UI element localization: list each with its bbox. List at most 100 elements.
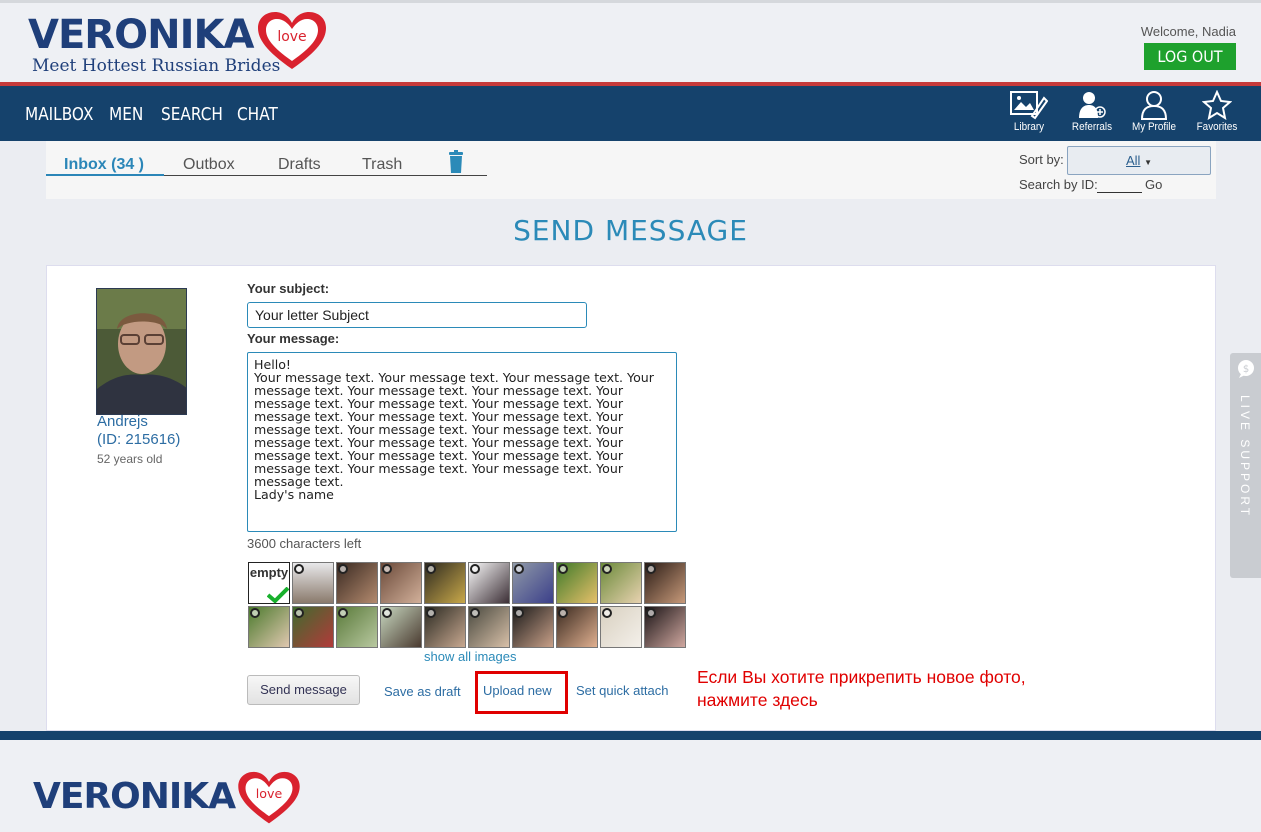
active-tab-indicator	[46, 174, 164, 176]
sort-label: Sort by:	[1019, 152, 1064, 167]
nav-referrals-label: Referrals	[1071, 121, 1113, 133]
subject-input[interactable]: Your letter Subject	[247, 302, 587, 328]
page-title: SEND MESSAGE	[513, 214, 748, 247]
photo-thumbnail[interactable]	[600, 562, 642, 604]
annotation-note: Если Вы хотите прикрепить новое фото, на…	[697, 666, 1026, 712]
zoom-icon[interactable]	[646, 564, 656, 574]
photo-thumbnail[interactable]	[424, 562, 466, 604]
logo-love-text: love	[277, 29, 306, 45]
photo-thumbnail[interactable]	[380, 606, 422, 648]
zoom-icon[interactable]	[470, 608, 480, 618]
photo-thumbnail[interactable]	[292, 562, 334, 604]
nav-men[interactable]: MEN	[109, 104, 143, 125]
footer-logo-text[interactable]: VERONIKA	[33, 776, 236, 817]
empty-label: empty	[249, 565, 289, 580]
photo-thumbnail[interactable]	[556, 606, 598, 648]
photo-thumbnail[interactable]	[512, 606, 554, 648]
nav-library[interactable]: Library	[996, 90, 1062, 133]
photo-thumbnail[interactable]	[600, 606, 642, 648]
zoom-icon[interactable]	[338, 564, 348, 574]
main-nav: MAILBOX MEN SEARCH CHAT Library Referral…	[0, 86, 1261, 141]
avatar-photo	[97, 289, 186, 414]
zoom-icon[interactable]	[382, 608, 392, 618]
photo-thumbnail[interactable]	[336, 606, 378, 648]
zoom-icon[interactable]	[294, 564, 304, 574]
zoom-icon[interactable]	[294, 608, 304, 618]
photo-thumbnail[interactable]	[644, 562, 686, 604]
zoom-icon[interactable]	[426, 564, 436, 574]
message-label: Your message:	[247, 331, 340, 346]
favorites-icon	[1202, 90, 1232, 120]
tab-trash[interactable]: Trash	[362, 156, 402, 174]
svg-text:$: $	[1243, 364, 1249, 375]
nav-mailbox[interactable]: MAILBOX	[25, 104, 93, 125]
send-message-button[interactable]: Send message	[247, 675, 360, 705]
photo-thumbnail[interactable]	[336, 562, 378, 604]
empty-attach-option[interactable]: empty	[248, 562, 290, 604]
message-textarea[interactable]: Hello! Your message text. Your message t…	[247, 352, 677, 532]
tab-inbox[interactable]: Inbox (34 )	[64, 156, 144, 174]
save-draft-link[interactable]: Save as draft	[384, 684, 461, 699]
site-logo[interactable]: VERONIKA Meet Hottest Russian Brides lov…	[28, 12, 326, 75]
photo-thumbnail[interactable]	[512, 562, 554, 604]
annotation-line-2: нажмите здесь	[697, 690, 818, 710]
photo-thumbnail[interactable]	[292, 606, 334, 648]
subject-label: Your subject:	[247, 281, 330, 296]
zoom-icon[interactable]	[514, 608, 524, 618]
sort-value: All	[1126, 153, 1141, 168]
characters-left: 3600 characters left	[247, 536, 362, 551]
annotation-line-1: Если Вы хотите прикрепить новое фото,	[697, 667, 1026, 687]
photo-thumbnail[interactable]	[556, 562, 598, 604]
live-support-label: LIVE SUPPORT	[1238, 395, 1252, 519]
sort-select[interactable]: All ▼	[1067, 146, 1211, 175]
zoom-icon[interactable]	[514, 564, 524, 574]
footer-bar	[0, 731, 1261, 740]
show-all-images-link[interactable]: show all images	[424, 649, 517, 664]
photo-thumbnail[interactable]	[380, 562, 422, 604]
zoom-icon[interactable]	[470, 564, 480, 574]
nav-search[interactable]: SEARCH	[161, 104, 223, 125]
photo-thumbnail[interactable]	[468, 606, 510, 648]
zoom-icon[interactable]	[602, 608, 612, 618]
live-support-tab[interactable]: $ LIVE SUPPORT	[1230, 353, 1261, 578]
chat-bubble-icon: $	[1238, 360, 1254, 378]
chevron-down-icon: ▼	[1144, 158, 1152, 167]
nav-library-label: Library	[1013, 121, 1045, 133]
profile-icon	[1140, 91, 1168, 120]
footer-logo-heart-icon: love	[238, 771, 300, 824]
tab-outbox[interactable]: Outbox	[183, 156, 235, 174]
zoom-icon[interactable]	[646, 608, 656, 618]
nav-chat[interactable]: CHAT	[237, 104, 278, 125]
zoom-icon[interactable]	[338, 608, 348, 618]
nav-referrals[interactable]: Referrals	[1059, 90, 1125, 133]
photo-thumbnail[interactable]	[644, 606, 686, 648]
recipient-name[interactable]: Andrejs	[97, 414, 148, 430]
photo-thumbnail[interactable]	[248, 606, 290, 648]
library-icon	[1010, 91, 1048, 120]
zoom-icon[interactable]	[382, 564, 392, 574]
upload-new-highlight	[475, 671, 568, 714]
nav-favorites[interactable]: Favorites	[1184, 90, 1250, 133]
quick-attach-link[interactable]: Set quick attach	[576, 683, 669, 698]
footer: VERONIKA love	[0, 740, 1261, 832]
zoom-icon[interactable]	[602, 564, 612, 574]
trash-icon[interactable]	[448, 150, 464, 174]
zoom-icon[interactable]	[426, 608, 436, 618]
header: VERONIKA Meet Hottest Russian Brides lov…	[0, 0, 1261, 83]
search-id-input[interactable]	[1097, 179, 1142, 193]
referrals-icon	[1079, 92, 1106, 118]
zoom-icon[interactable]	[558, 608, 568, 618]
photo-thumbnail[interactable]	[468, 562, 510, 604]
zoom-icon[interactable]	[558, 564, 568, 574]
recipient-avatar[interactable]	[96, 288, 187, 415]
tab-drafts[interactable]: Drafts	[278, 156, 321, 174]
nav-my-profile[interactable]: My Profile	[1121, 90, 1187, 133]
mailbox-tabs-bar: Inbox (34 ) Outbox Drafts Trash Sort by:…	[46, 141, 1216, 199]
nav-favorites-label: Favorites	[1196, 121, 1238, 133]
search-go-button[interactable]: Go	[1145, 177, 1162, 192]
logout-button[interactable]: LOG OUT	[1144, 43, 1236, 70]
photo-thumbnail[interactable]	[424, 606, 466, 648]
zoom-icon[interactable]	[250, 608, 260, 618]
send-message-card: Andrejs (ID: 215616) 52 years old Your s…	[46, 265, 1216, 731]
search-id-label: Search by ID:	[1019, 177, 1098, 192]
